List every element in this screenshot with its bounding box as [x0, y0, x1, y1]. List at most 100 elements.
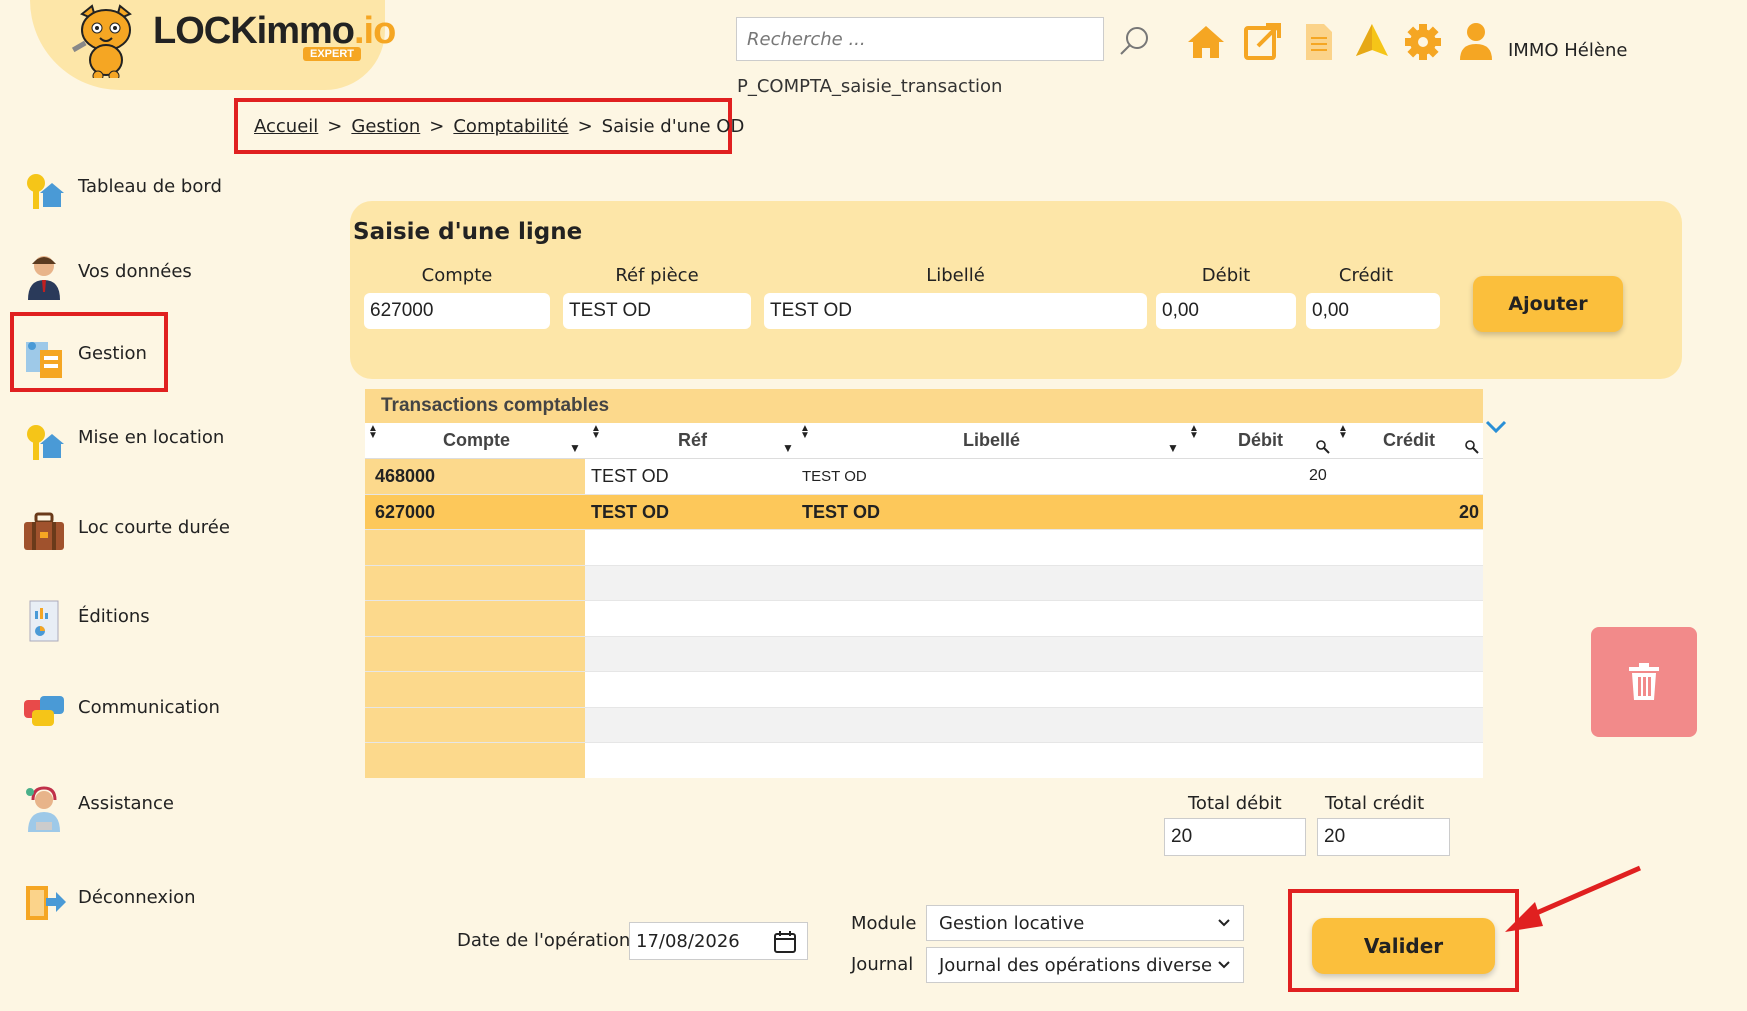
- sidebar-item-label: Gestion: [78, 342, 147, 364]
- filter-icon[interactable]: ▼: [782, 441, 794, 455]
- sidebar-item-editions[interactable]: Éditions: [20, 591, 270, 651]
- document-icon[interactable]: [1298, 20, 1338, 64]
- sidebar-item-label: Tableau de bord: [78, 175, 222, 197]
- row-account-cell: [365, 707, 585, 742]
- management-icon: [20, 334, 68, 382]
- filter-icon[interactable]: ▼: [1167, 441, 1179, 455]
- person-icon: [20, 252, 68, 300]
- cell-libelle: TEST OD: [802, 501, 881, 522]
- sidebar-item-loc-courte-duree[interactable]: Loc courte durée: [20, 502, 270, 562]
- sidebar-item-vos-donnees[interactable]: Vos données: [20, 246, 270, 306]
- keys-house-icon: [20, 418, 68, 466]
- filter-icon[interactable]: ▼: [569, 441, 581, 455]
- col-ref[interactable]: Réf: [678, 430, 707, 451]
- table-row-empty[interactable]: [365, 672, 1483, 708]
- cell-ref: TEST OD: [591, 466, 669, 486]
- screen-code: P_COMPTA_saisie_transaction: [737, 76, 1003, 97]
- search-icon[interactable]: [1118, 24, 1152, 58]
- sort-icon[interactable]: ▲ ▼: [1189, 424, 1199, 441]
- cell-libelle: TEST OD: [802, 468, 867, 485]
- search-input[interactable]: Recherche ...: [736, 17, 1104, 61]
- entry-title: Saisie d'une ligne: [353, 219, 583, 245]
- validate-button[interactable]: Valider: [1312, 918, 1495, 974]
- row-account-cell: [365, 672, 585, 707]
- sidebar-item-label: Loc courte durée: [78, 516, 230, 538]
- chevron-down-icon: [1218, 919, 1230, 927]
- sort-icon[interactable]: ▲ ▼: [591, 424, 601, 441]
- breadcrumb-gestion-link[interactable]: Gestion: [351, 116, 420, 137]
- user-icon[interactable]: [1456, 20, 1496, 64]
- table-row-empty[interactable]: [365, 530, 1483, 566]
- debit-label: Débit: [1201, 265, 1251, 286]
- sidebar-item-label: Mise en location: [78, 426, 225, 448]
- row-account-cell: [365, 743, 585, 778]
- total-debit-label: Total débit: [1188, 793, 1282, 814]
- col-debit[interactable]: Débit: [1238, 430, 1283, 451]
- row-account-cell: [365, 565, 585, 600]
- user-name[interactable]: IMMO Hélène: [1508, 40, 1627, 61]
- module-label: Module: [851, 913, 917, 934]
- alert-icon[interactable]: [1352, 20, 1392, 64]
- table-row-empty[interactable]: [365, 565, 1483, 601]
- sidebar-item-assistance[interactable]: Assistance: [20, 778, 270, 838]
- sidebar-item-deconnexion[interactable]: Déconnexion: [20, 872, 270, 932]
- sidebar-item-mise-en-location[interactable]: Mise en location: [20, 412, 270, 472]
- sort-icon[interactable]: ▲ ▼: [1338, 424, 1348, 441]
- date-field[interactable]: 17/08/2026: [629, 922, 808, 960]
- gear-icon[interactable]: [1403, 20, 1443, 64]
- keys-house-icon: [20, 167, 68, 215]
- table-row-empty[interactable]: [365, 743, 1483, 778]
- breadcrumb-separator: >: [327, 115, 343, 137]
- journal-select[interactable]: Journal des opérations diverse: [926, 947, 1244, 983]
- sidebar-item-label: Vos données: [78, 260, 192, 282]
- breadcrumb-comptabilite-link[interactable]: Comptabilité: [453, 116, 568, 137]
- breadcrumb-separator: >: [577, 115, 593, 137]
- libelle-field[interactable]: TEST OD: [764, 293, 1147, 329]
- debit-field[interactable]: 0,00: [1156, 293, 1296, 329]
- breadcrumb-current: Saisie d'une OD: [601, 115, 745, 137]
- table-row-empty[interactable]: [365, 636, 1483, 672]
- table-row-selected[interactable]: 627000 TEST OD TEST OD 20: [365, 494, 1483, 530]
- delete-button[interactable]: [1591, 627, 1697, 737]
- table-row-empty[interactable]: [365, 707, 1483, 743]
- sidebar-item-label: Assistance: [78, 792, 174, 814]
- table-header: ▲ ▼ Compte ▼ ▲ ▼ Réf ▼ ▲ ▼ Libellé ▼ ▲ ▼ Déb…: [365, 423, 1483, 459]
- chat-bubbles-icon: [20, 688, 68, 736]
- journal-value: Journal des opérations diverse: [939, 954, 1213, 976]
- calendar-icon[interactable]: [773, 930, 797, 954]
- red-arrow-annotation: [1505, 865, 1641, 932]
- chevron-down-icon[interactable]: [1485, 420, 1507, 434]
- external-link-icon[interactable]: [1242, 20, 1282, 64]
- support-agent-icon: [20, 784, 68, 832]
- search-icon[interactable]: [1316, 440, 1330, 454]
- total-credit-field: 20: [1317, 818, 1450, 856]
- sidebar-item-tableau-de-bord[interactable]: Tableau de bord: [20, 161, 270, 221]
- col-libelle[interactable]: Libellé: [963, 430, 1020, 451]
- table-row-empty[interactable]: [365, 601, 1483, 637]
- cell-credit: 20: [1458, 501, 1479, 522]
- breadcrumb: Accueil > Gestion > Comptabilité > Saisi…: [234, 98, 744, 154]
- home-icon[interactable]: [1186, 20, 1226, 64]
- sidebar-item-gestion[interactable]: Gestion: [20, 328, 270, 388]
- report-icon: [20, 597, 68, 645]
- ref-piece-field[interactable]: TEST OD: [563, 293, 751, 329]
- sort-icon[interactable]: ▲ ▼: [800, 424, 810, 441]
- add-line-button[interactable]: Ajouter: [1473, 276, 1623, 332]
- cell-compte: 627000: [375, 501, 436, 522]
- sidebar-item-communication[interactable]: Communication: [20, 682, 270, 742]
- table-title: Transactions comptables: [365, 389, 1483, 423]
- credit-field[interactable]: 0,00: [1306, 293, 1440, 329]
- col-credit[interactable]: Crédit: [1383, 430, 1435, 451]
- credit-label: Crédit: [1338, 265, 1394, 286]
- row-account-cell: [365, 601, 585, 636]
- cat-mascot-icon: [71, 4, 132, 78]
- journal-label: Journal: [851, 954, 914, 975]
- compte-field[interactable]: 627000: [364, 293, 550, 329]
- module-select[interactable]: Gestion locative: [926, 905, 1244, 941]
- cell-ref: TEST OD: [591, 501, 670, 522]
- breadcrumb-home-link[interactable]: Accueil: [254, 116, 318, 137]
- search-icon[interactable]: [1465, 440, 1479, 454]
- table-row[interactable]: 468000 TEST OD TEST OD 20: [365, 459, 1483, 495]
- col-compte[interactable]: Compte: [443, 430, 510, 451]
- sort-icon[interactable]: ▲ ▼: [368, 424, 378, 441]
